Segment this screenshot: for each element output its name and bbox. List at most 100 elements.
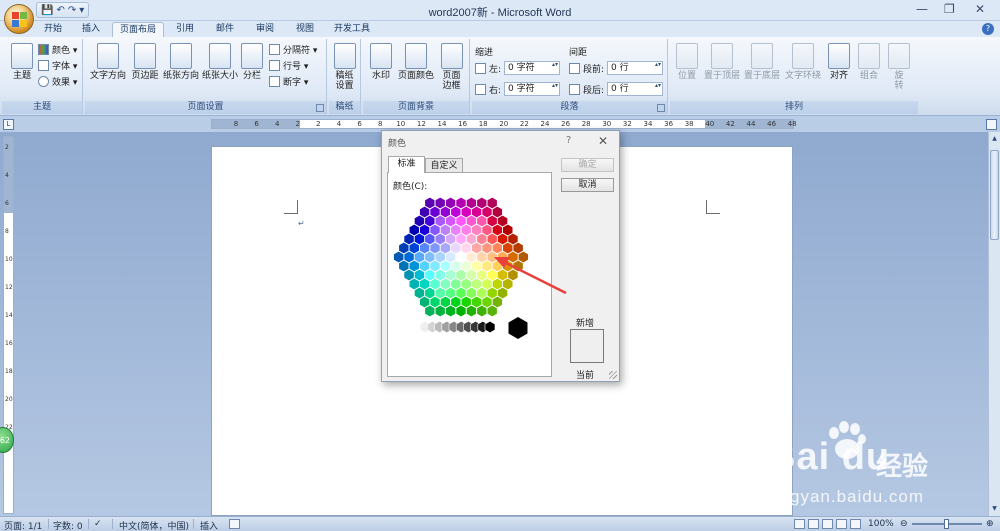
proofing-icon[interactable]: ✓ <box>94 519 102 529</box>
manuscript-label-2: 设置 <box>335 81 354 91</box>
page-color-icon <box>405 43 427 69</box>
scroll-up-icon[interactable]: ▲ <box>990 134 999 144</box>
indent-title: 缩进 <box>475 47 494 58</box>
paper-size-button[interactable]: 纸张大小 <box>200 41 240 97</box>
view-buttons <box>794 519 861 529</box>
status-word-count[interactable]: 字数: 0 <box>53 519 83 531</box>
vertical-scrollbar[interactable]: ▲ ▼ <box>988 132 1000 516</box>
group-objects-button[interactable]: 组合 <box>854 41 884 97</box>
scroll-down-icon[interactable]: ▼ <box>990 504 999 514</box>
ruler-tick-label: 40 <box>705 120 715 128</box>
zoom-out-icon[interactable]: ⊖ <box>900 519 908 529</box>
tab-home[interactable]: 开始 <box>36 22 70 37</box>
page-setup-launcher-icon[interactable] <box>316 104 324 112</box>
outline-icon[interactable] <box>836 519 847 529</box>
tab-developer[interactable]: 开发工具 <box>327 22 377 37</box>
ok-button[interactable]: 确定 <box>561 158 614 172</box>
indent-left-input[interactable]: 0 字符 <box>504 61 561 75</box>
dialog-close-icon[interactable]: ✕ <box>598 134 608 148</box>
web-layout-icon[interactable] <box>822 519 833 529</box>
print-layout-icon[interactable] <box>794 519 805 529</box>
spacing-before-input[interactable]: 0 行 <box>607 61 664 75</box>
position-button[interactable]: 位置 <box>672 41 702 97</box>
color-preview-swatch <box>570 329 604 363</box>
resize-grip-icon[interactable] <box>609 371 617 379</box>
paragraph-launcher-icon[interactable] <box>657 104 665 112</box>
columns-button[interactable]: 分栏 <box>238 41 266 97</box>
scrollbar-thumb[interactable] <box>990 150 999 240</box>
rotate-button[interactable]: 旋 转 <box>884 41 914 97</box>
fonts-icon <box>38 59 49 71</box>
status-insert-mode[interactable]: 插入 <box>200 519 218 531</box>
line-numbers-button[interactable]: 行号 ▾ <box>269 58 308 72</box>
view-ruler-icon[interactable] <box>986 119 997 130</box>
rotate-icon <box>888 43 910 69</box>
columns-icon <box>241 43 263 69</box>
orientation-button[interactable]: 纸张方向 <box>161 41 201 97</box>
send-to-back-button[interactable]: 置于底层 <box>742 41 782 97</box>
text-wrapping-button[interactable]: 文字环绕 <box>782 41 824 97</box>
indent-right-icon <box>475 83 486 95</box>
page-borders-label-1: 页面 <box>442 71 461 81</box>
gray-swatch[interactable] <box>484 320 496 334</box>
align-button[interactable]: 对齐 <box>824 41 854 97</box>
tab-references[interactable]: 引用 <box>168 22 202 37</box>
minimize-button[interactable]: — <box>916 2 928 16</box>
tab-review[interactable]: 审阅 <box>248 22 282 37</box>
ruler-tick-label: 6 <box>5 200 9 207</box>
ruler-tick-label: 34 <box>643 120 653 128</box>
margins-icon <box>134 43 156 69</box>
page-borders-button[interactable]: 页面 边框 <box>436 41 467 97</box>
ruler-tick-label: 46 <box>767 120 777 128</box>
ruler-tick-label: 48 <box>787 120 797 128</box>
dialog-help-icon[interactable]: ? <box>566 135 571 146</box>
horizontal-ruler[interactable]: 8 6 4 2 2 4 6 8 10 12 14 16 18 20 22 24 26 28 30 32 34 36 38 40… <box>211 119 797 129</box>
ruler-tick-label: 24 <box>540 120 550 128</box>
watermark-button[interactable]: 水印 <box>366 41 396 97</box>
tab-standard[interactable]: 标准 <box>388 156 425 173</box>
hyphenation-button[interactable]: 断字 ▾ <box>269 74 308 88</box>
status-language[interactable]: 中文(简体，中国) <box>119 519 189 531</box>
tab-page-layout[interactable]: 页面布局 <box>112 22 164 37</box>
status-page[interactable]: 页面: 1/1 <box>4 519 42 531</box>
tab-view[interactable]: 视图 <box>288 22 322 37</box>
theme-colors-button[interactable]: 颜色 ▾ <box>38 42 77 56</box>
office-button[interactable] <box>4 4 34 34</box>
draft-icon[interactable] <box>850 519 861 529</box>
bring-to-front-button[interactable]: 置于顶层 <box>702 41 742 97</box>
manuscript-settings-button[interactable]: 稿纸 设置 <box>329 41 360 97</box>
ruler-tick-label: 28 <box>581 120 591 128</box>
full-screen-reading-icon[interactable] <box>808 519 819 529</box>
page-color-button[interactable]: 页面颜色 <box>396 41 436 97</box>
page-borders-icon <box>440 43 463 69</box>
margins-button[interactable]: 页边距 <box>128 41 162 97</box>
themes-button[interactable]: 主题 <box>4 41 40 97</box>
help-icon[interactable]: ? <box>982 23 994 35</box>
vertical-ruler[interactable]: 2 4 6 8 10 12 14 16 18 20 22 <box>3 136 14 514</box>
position-icon <box>676 43 698 69</box>
cancel-button[interactable]: 取消 <box>561 178 614 192</box>
macro-record-icon[interactable] <box>229 519 240 529</box>
zoom-slider-thumb[interactable] <box>944 519 949 529</box>
group-label-theme: 主题 <box>2 101 82 114</box>
theme-effects-button[interactable]: 效果 ▾ <box>38 74 77 88</box>
breaks-button[interactable]: 分隔符 ▾ <box>269 42 317 56</box>
theme-fonts-button[interactable]: 字体 ▾ <box>38 58 77 72</box>
close-button[interactable]: ✕ <box>975 2 985 16</box>
tab-mailings[interactable]: 邮件 <box>208 22 242 37</box>
ruler-tick-label: 20 <box>499 120 509 128</box>
zoom-level[interactable]: 100% <box>868 519 894 529</box>
text-direction-button[interactable]: 文字方向 <box>87 41 129 97</box>
black-swatch[interactable] <box>508 317 528 339</box>
spacing-after-input[interactable]: 0 行 <box>607 82 664 96</box>
ribbon: 主题 颜色 ▾ 字体 ▾ 效果 ▾ 主题 文字方向 页边距 纸张方向 纸张大小 … <box>0 37 1000 116</box>
ruler-tick-label: 8 <box>233 120 239 128</box>
restore-button[interactable]: ❐ <box>944 2 955 16</box>
ruler-tick-label: 36 <box>664 120 674 128</box>
indent-right-input[interactable]: 0 字符 <box>504 82 561 96</box>
tab-selector-icon[interactable]: L <box>3 119 14 130</box>
ruler-tick-label: 4 <box>5 172 9 179</box>
tab-custom[interactable]: 自定义 <box>425 158 463 173</box>
tab-insert[interactable]: 插入 <box>74 22 108 37</box>
zoom-in-icon[interactable]: ⊕ <box>986 519 994 529</box>
